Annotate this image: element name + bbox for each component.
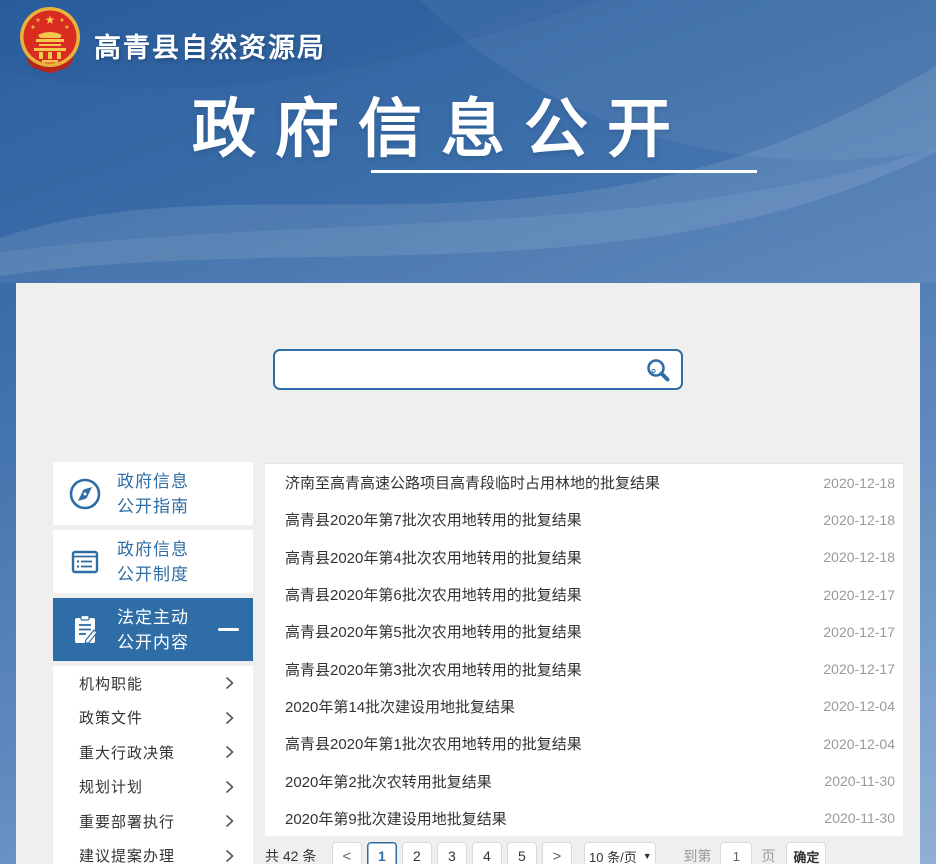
minus-icon bbox=[218, 628, 239, 631]
submenu-item[interactable]: 建议提案办理 bbox=[53, 839, 253, 864]
document-icon bbox=[66, 543, 104, 581]
page-number-button[interactable]: 3 bbox=[437, 842, 467, 864]
list-item[interactable]: 高青县2020年第7批次农用地转用的批复结果 2020-12-18 bbox=[265, 501, 903, 538]
next-page-button[interactable]: > bbox=[542, 842, 572, 864]
national-emblem-logo[interactable]: ★ ★ ★ ★ ★ bbox=[18, 6, 82, 74]
clipboard-pencil-icon bbox=[66, 611, 104, 649]
submenu-item-label: 规划计划 bbox=[79, 776, 143, 797]
compass-icon bbox=[66, 475, 104, 513]
document-title-link[interactable]: 高青县2020年第5批次农用地转用的批复结果 bbox=[285, 621, 582, 642]
document-title-link[interactable]: 2020年第14批次建设用地批复结果 bbox=[285, 696, 515, 717]
submenu-item[interactable]: 规划计划 bbox=[53, 770, 253, 805]
submenu-item-label: 重要部署执行 bbox=[79, 811, 175, 832]
page-number-button[interactable]: 1 bbox=[367, 842, 397, 864]
sidebar-item-disclosure-system[interactable]: 政府信息 公开制度 bbox=[53, 530, 253, 593]
chevron-right-icon bbox=[225, 745, 234, 759]
search-bar bbox=[273, 349, 683, 390]
government-info-disclosure-page: ★ ★ ★ ★ ★ 高青县自然资源局 政府信息公开 bbox=[0, 0, 936, 864]
document-date: 2020-12-18 bbox=[809, 512, 895, 528]
prev-page-button[interactable]: < bbox=[332, 842, 362, 864]
page-size-value: 10 条/页 bbox=[589, 847, 637, 864]
document-date: 2020-12-17 bbox=[809, 661, 895, 677]
list-item[interactable]: 2020年第2批次农转用批复结果 2020-11-30 bbox=[265, 762, 903, 799]
sidebar-submenu: 机构职能 政策文件 重大行政决策 规划计划 bbox=[53, 666, 253, 864]
document-title-link[interactable]: 高青县2020年第6批次农用地转用的批复结果 bbox=[285, 584, 582, 605]
document-title-link[interactable]: 高青县2020年第1批次农用地转用的批复结果 bbox=[285, 733, 582, 754]
document-title-link[interactable]: 济南至高青高速公路项目高青段临时占用林地的批复结果 bbox=[285, 472, 660, 493]
sidebar-item-statutory-disclosure[interactable]: 法定主动 公开内容 bbox=[53, 598, 253, 661]
svg-text:★: ★ bbox=[35, 17, 40, 24]
submenu-item-label: 政策文件 bbox=[79, 707, 143, 728]
search-button[interactable] bbox=[635, 351, 681, 388]
document-date: 2020-12-18 bbox=[809, 475, 895, 491]
page-number-button[interactable]: 4 bbox=[472, 842, 502, 864]
document-title-link[interactable]: 高青县2020年第4批次农用地转用的批复结果 bbox=[285, 547, 582, 568]
document-date: 2020-12-04 bbox=[809, 698, 895, 714]
submenu-item[interactable]: 重大行政决策 bbox=[53, 735, 253, 770]
pagination-bar: 共 42 条 < 1 2 3 4 5 > 10 条/页 ▼ 到第 页 确定 bbox=[265, 841, 925, 864]
goto-page-suffix: 页 bbox=[761, 846, 775, 864]
caret-down-icon: ▼ bbox=[643, 851, 652, 861]
sidebar: 政府信息 公开指南 政府信息 公开制度 bbox=[53, 462, 253, 666]
chevron-right-icon bbox=[225, 849, 234, 863]
page-title: 政府信息公开 bbox=[192, 78, 690, 170]
page-number-button[interactable]: 2 bbox=[402, 842, 432, 864]
submenu-item[interactable]: 机构职能 bbox=[53, 666, 253, 701]
page-size-select[interactable]: 10 条/页 ▼ bbox=[584, 842, 656, 864]
svg-text:★: ★ bbox=[45, 13, 56, 27]
sidebar-item-label: 政府信息 公开制度 bbox=[117, 537, 189, 587]
chevron-right-icon bbox=[225, 780, 234, 794]
list-item[interactable]: 高青县2020年第6批次农用地转用的批复结果 2020-12-17 bbox=[265, 576, 903, 613]
chevron-right-icon bbox=[225, 711, 234, 725]
sidebar-item-label: 法定主动 公开内容 bbox=[117, 605, 189, 655]
search-input[interactable] bbox=[275, 351, 635, 388]
document-title-link[interactable]: 高青县2020年第3批次农用地转用的批复结果 bbox=[285, 659, 582, 680]
total-count-label: 共 42 条 bbox=[265, 846, 316, 864]
document-date: 2020-12-17 bbox=[809, 587, 895, 603]
list-item[interactable]: 2020年第14批次建设用地批复结果 2020-12-04 bbox=[265, 688, 903, 725]
document-date: 2020-11-30 bbox=[810, 810, 895, 826]
list-item[interactable]: 高青县2020年第4批次农用地转用的批复结果 2020-12-18 bbox=[265, 539, 903, 576]
confirm-button[interactable]: 确定 bbox=[786, 842, 826, 864]
document-list: 济南至高青高速公路项目高青段临时占用林地的批复结果 2020-12-18 高青县… bbox=[265, 463, 903, 836]
document-date: 2020-12-17 bbox=[809, 624, 895, 640]
document-title-link[interactable]: 2020年第9批次建设用地批复结果 bbox=[285, 808, 507, 829]
sidebar-item-disclosure-guide[interactable]: 政府信息 公开指南 bbox=[53, 462, 253, 525]
page-number-button[interactable]: 5 bbox=[507, 842, 537, 864]
submenu-item-label: 重大行政决策 bbox=[79, 742, 175, 763]
search-icon bbox=[645, 357, 671, 383]
chevron-right-icon bbox=[225, 676, 234, 690]
document-title-link[interactable]: 高青县2020年第7批次农用地转用的批复结果 bbox=[285, 509, 582, 530]
site-title: 高青县自然资源局 bbox=[94, 26, 326, 65]
document-title-link[interactable]: 2020年第2批次农转用批复结果 bbox=[285, 771, 492, 792]
list-item[interactable]: 高青县2020年第3批次农用地转用的批复结果 2020-12-17 bbox=[265, 650, 903, 687]
document-date: 2020-12-04 bbox=[809, 736, 895, 752]
svg-text:★: ★ bbox=[30, 24, 35, 31]
document-date: 2020-11-30 bbox=[810, 773, 895, 789]
svg-text:★: ★ bbox=[64, 24, 69, 31]
list-item[interactable]: 高青县2020年第5批次农用地转用的批复结果 2020-12-17 bbox=[265, 613, 903, 650]
list-item[interactable]: 2020年第9批次建设用地批复结果 2020-11-30 bbox=[265, 800, 903, 837]
sidebar-item-label: 政府信息 公开指南 bbox=[117, 469, 189, 519]
goto-page-prefix: 到第 bbox=[683, 846, 711, 864]
submenu-item-label: 机构职能 bbox=[79, 673, 143, 694]
title-underline bbox=[371, 170, 757, 173]
svg-text:★: ★ bbox=[59, 17, 64, 24]
submenu-item[interactable]: 重要部署执行 bbox=[53, 804, 253, 839]
submenu-item-label: 建议提案办理 bbox=[79, 845, 175, 864]
submenu-item[interactable]: 政策文件 bbox=[53, 701, 253, 736]
chevron-right-icon bbox=[225, 814, 234, 828]
list-item[interactable]: 高青县2020年第1批次农用地转用的批复结果 2020-12-04 bbox=[265, 725, 903, 762]
document-date: 2020-12-18 bbox=[809, 549, 895, 565]
goto-page-input[interactable] bbox=[720, 842, 752, 864]
list-item[interactable]: 济南至高青高速公路项目高青段临时占用林地的批复结果 2020-12-18 bbox=[265, 464, 903, 501]
